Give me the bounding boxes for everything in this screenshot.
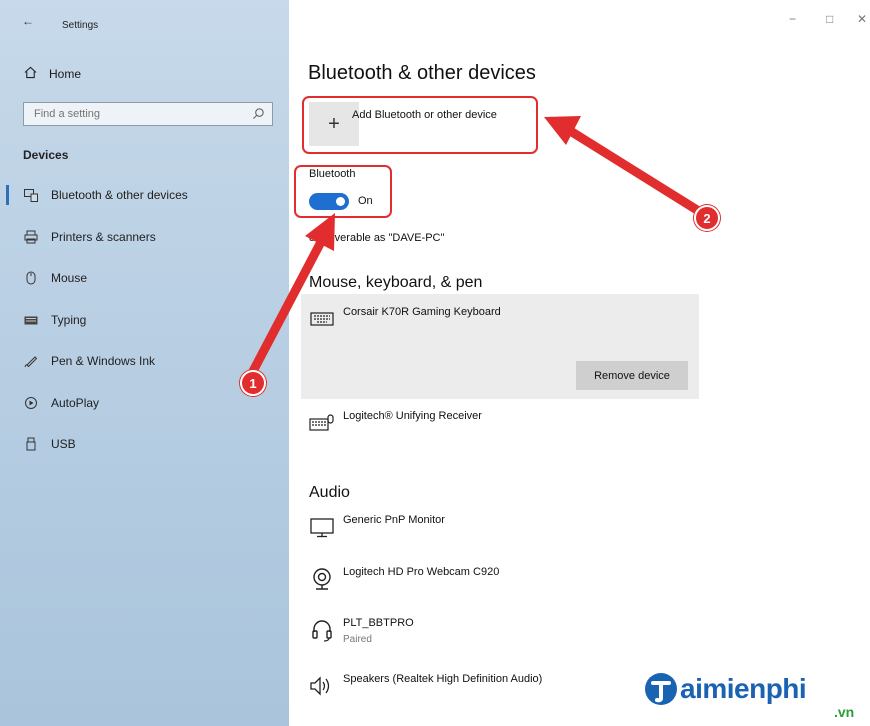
arrow-2 (544, 116, 702, 215)
arrow-1 (246, 213, 335, 380)
annotation-badge-2: 2 (694, 205, 720, 231)
brand-logo-icon (645, 673, 677, 705)
annotation-arrows (246, 116, 702, 380)
watermark-text: aimienphi (680, 673, 807, 704)
annotation-badge-1: 1 (240, 370, 266, 396)
watermark-suffix: .vn (834, 704, 855, 720)
watermark-logo: aimienphi .vn (644, 672, 854, 720)
